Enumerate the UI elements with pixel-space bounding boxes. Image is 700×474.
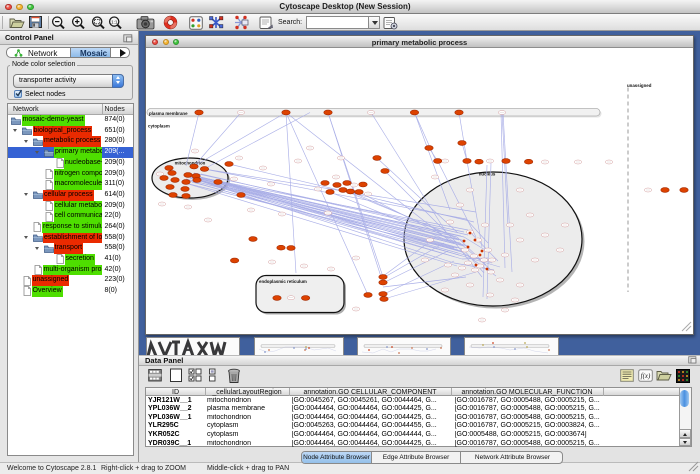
svg-text:plasma membrane: plasma membrane [149, 111, 188, 116]
svg-text:f(x): f(x) [641, 372, 651, 380]
svg-text:unassigned: unassigned [627, 83, 652, 88]
svg-text:nucleus: nucleus [479, 172, 496, 177]
svg-text:cytoplasm: cytoplasm [148, 124, 170, 129]
svg-text:endoplasmic reticulum: endoplasmic reticulum [259, 279, 307, 284]
svg-text:mitochondrion: mitochondrion [175, 161, 206, 166]
svg-text:1:1: 1:1 [111, 19, 118, 24]
